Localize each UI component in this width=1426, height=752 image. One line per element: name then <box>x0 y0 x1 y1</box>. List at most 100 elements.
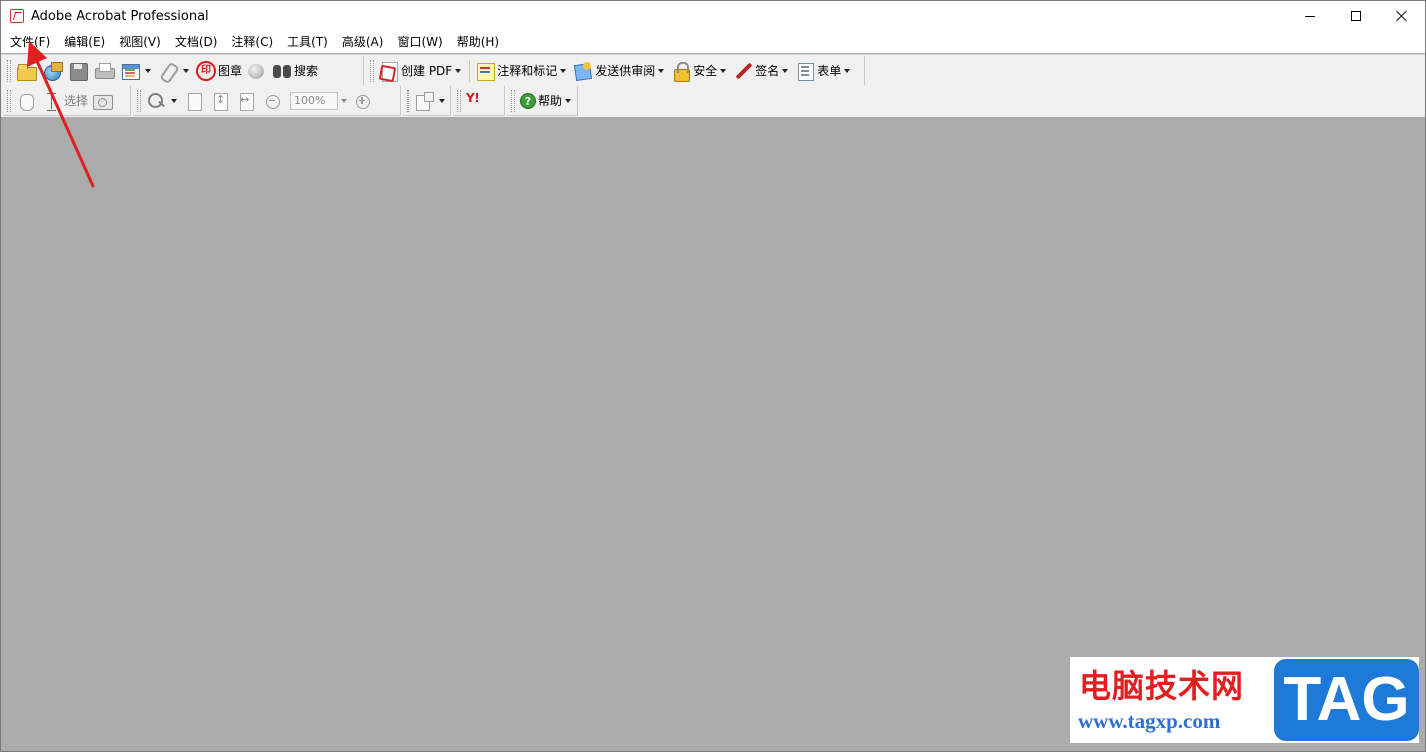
toolbar-grip[interactable] <box>511 89 515 112</box>
select-tool-button[interactable]: 选择 <box>40 89 90 113</box>
fit-page-icon <box>210 91 230 111</box>
toolbar-grip[interactable] <box>137 89 141 112</box>
title-bar: Adobe Acrobat Professional <box>1 1 1425 31</box>
rotate-toolbar <box>403 86 451 116</box>
zoom-level-input[interactable]: 100% <box>290 91 338 110</box>
sign-label: 签名 <box>755 64 780 78</box>
zoom-out-icon <box>262 91 282 111</box>
watermark-url: www.tagxp.com <box>1078 709 1221 733</box>
security-button[interactable]: 安全 <box>669 59 731 83</box>
zoom-in-button[interactable] <box>350 89 376 113</box>
toolbar-grip[interactable] <box>407 89 409 112</box>
help-icon: ? <box>520 92 536 109</box>
annotate-button[interactable]: 注释和标记 <box>473 59 571 83</box>
zoom-tool-button[interactable] <box>144 89 182 113</box>
toolbar-row-2: 选择 100% Y! ?帮助 <box>1 85 1425 117</box>
watermark-site-name: 电脑技术网 <box>1079 667 1245 705</box>
send-review-button[interactable]: 发送供审阅 <box>571 59 669 83</box>
menu-view[interactable]: 视图(V) <box>112 32 168 52</box>
email-icon <box>246 61 266 81</box>
yahoo-search-button[interactable]: Y! <box>464 89 504 113</box>
open-button[interactable] <box>14 59 40 83</box>
close-button[interactable] <box>1379 1 1425 31</box>
chevron-down-icon <box>844 68 851 73</box>
create-pdf-button[interactable]: 创建 PDF <box>377 59 466 83</box>
forms-label: 表单 <box>817 64 842 78</box>
page-icon <box>184 91 204 111</box>
close-icon <box>1396 10 1408 22</box>
help-label: 帮助 <box>538 94 563 108</box>
acrobat-logo-icon <box>10 9 24 23</box>
open-folder-icon <box>16 61 37 81</box>
chevron-down-icon <box>455 68 462 73</box>
camera-icon <box>92 91 114 111</box>
chevron-down-icon <box>145 68 151 73</box>
open-web-button[interactable] <box>40 59 66 83</box>
document-workspace[interactable] <box>1 117 1425 751</box>
forms-button[interactable]: 表单 <box>793 59 855 83</box>
print-button[interactable] <box>92 59 118 83</box>
hand-icon <box>16 91 36 111</box>
watermark-tag-logo: TAG <box>1274 659 1419 741</box>
select-label: 选择 <box>64 94 89 108</box>
snapshot-tool-button[interactable] <box>90 89 116 113</box>
fit-page-button[interactable] <box>208 89 234 113</box>
help-button[interactable]: ? 帮助 <box>518 89 576 113</box>
file-toolbar: 印图章 搜索 <box>3 56 364 86</box>
zoom-in-icon <box>352 91 372 111</box>
security-label: 安全 <box>693 64 718 78</box>
window-controls <box>1287 1 1425 31</box>
sign-button[interactable]: 签名 <box>731 59 793 83</box>
yahoo-toolbar: Y! <box>453 86 505 116</box>
fit-width-button[interactable] <box>234 89 260 113</box>
save-button[interactable] <box>66 59 92 83</box>
menu-edit[interactable]: 编辑(E) <box>57 32 112 52</box>
zoom-out-button[interactable] <box>260 89 286 113</box>
stamp-button[interactable]: 印图章 <box>194 59 244 83</box>
actual-size-button[interactable] <box>182 89 208 113</box>
tasks-toolbar: 创建 PDF 注释和标记 发送供审阅 安全 签名 表单 <box>366 56 865 86</box>
zoom-icon <box>146 91 166 111</box>
chevron-down-icon <box>565 98 572 103</box>
help-toolbar: ? 帮助 <box>507 86 578 116</box>
maximize-button[interactable] <box>1333 1 1379 31</box>
search-button[interactable]: 搜索 <box>270 59 320 83</box>
toolbar-grip[interactable] <box>7 59 11 82</box>
chevron-down-icon <box>171 98 177 103</box>
minimize-button[interactable] <box>1287 1 1333 31</box>
toolbar-grip[interactable] <box>457 89 461 112</box>
create-pdf-label: 创建 PDF <box>401 64 453 78</box>
toolbar-grip[interactable] <box>7 89 11 112</box>
acrobat-window: Adobe Acrobat Professional 文件(F) 编辑(E) 视… <box>0 0 1426 752</box>
window-title: Adobe Acrobat Professional <box>31 8 209 24</box>
form-icon <box>795 61 815 81</box>
menu-advanced[interactable]: 高级(A) <box>335 32 391 52</box>
hand-tool-button[interactable] <box>14 89 40 113</box>
basic-tools-toolbar: 选择 <box>3 86 131 116</box>
menu-comments[interactable]: 注释(C) <box>224 32 280 52</box>
pen-icon <box>733 61 753 81</box>
menu-bar: 文件(F) 编辑(E) 视图(V) 文档(D) 注释(C) 工具(T) 高级(A… <box>1 31 1425 53</box>
chevron-down-icon <box>439 98 445 103</box>
annotate-label: 注释和标记 <box>497 64 558 78</box>
globe-folder-icon <box>42 61 63 81</box>
email-button[interactable] <box>244 59 270 83</box>
menu-document[interactable]: 文档(D) <box>168 32 225 52</box>
fit-width-icon <box>236 91 256 111</box>
toolbar-grip[interactable] <box>370 59 374 82</box>
attach-button[interactable] <box>156 59 194 83</box>
chevron-down-icon <box>183 68 189 73</box>
create-pdf-icon <box>379 61 399 82</box>
chevron-down-icon <box>658 68 665 73</box>
zoom-dropdown-icon[interactable] <box>341 98 347 103</box>
chevron-down-icon <box>782 68 789 73</box>
rotate-view-button[interactable] <box>412 89 450 113</box>
menu-window[interactable]: 窗口(W) <box>390 32 449 52</box>
menu-file[interactable]: 文件(F) <box>3 32 57 52</box>
stamp-icon: 印 <box>196 60 216 81</box>
printer-icon <box>94 61 115 81</box>
menu-help[interactable]: 帮助(H) <box>450 32 506 52</box>
organizer-button[interactable] <box>118 59 156 83</box>
search-label: 搜索 <box>294 64 319 78</box>
menu-tools[interactable]: 工具(T) <box>280 32 335 52</box>
